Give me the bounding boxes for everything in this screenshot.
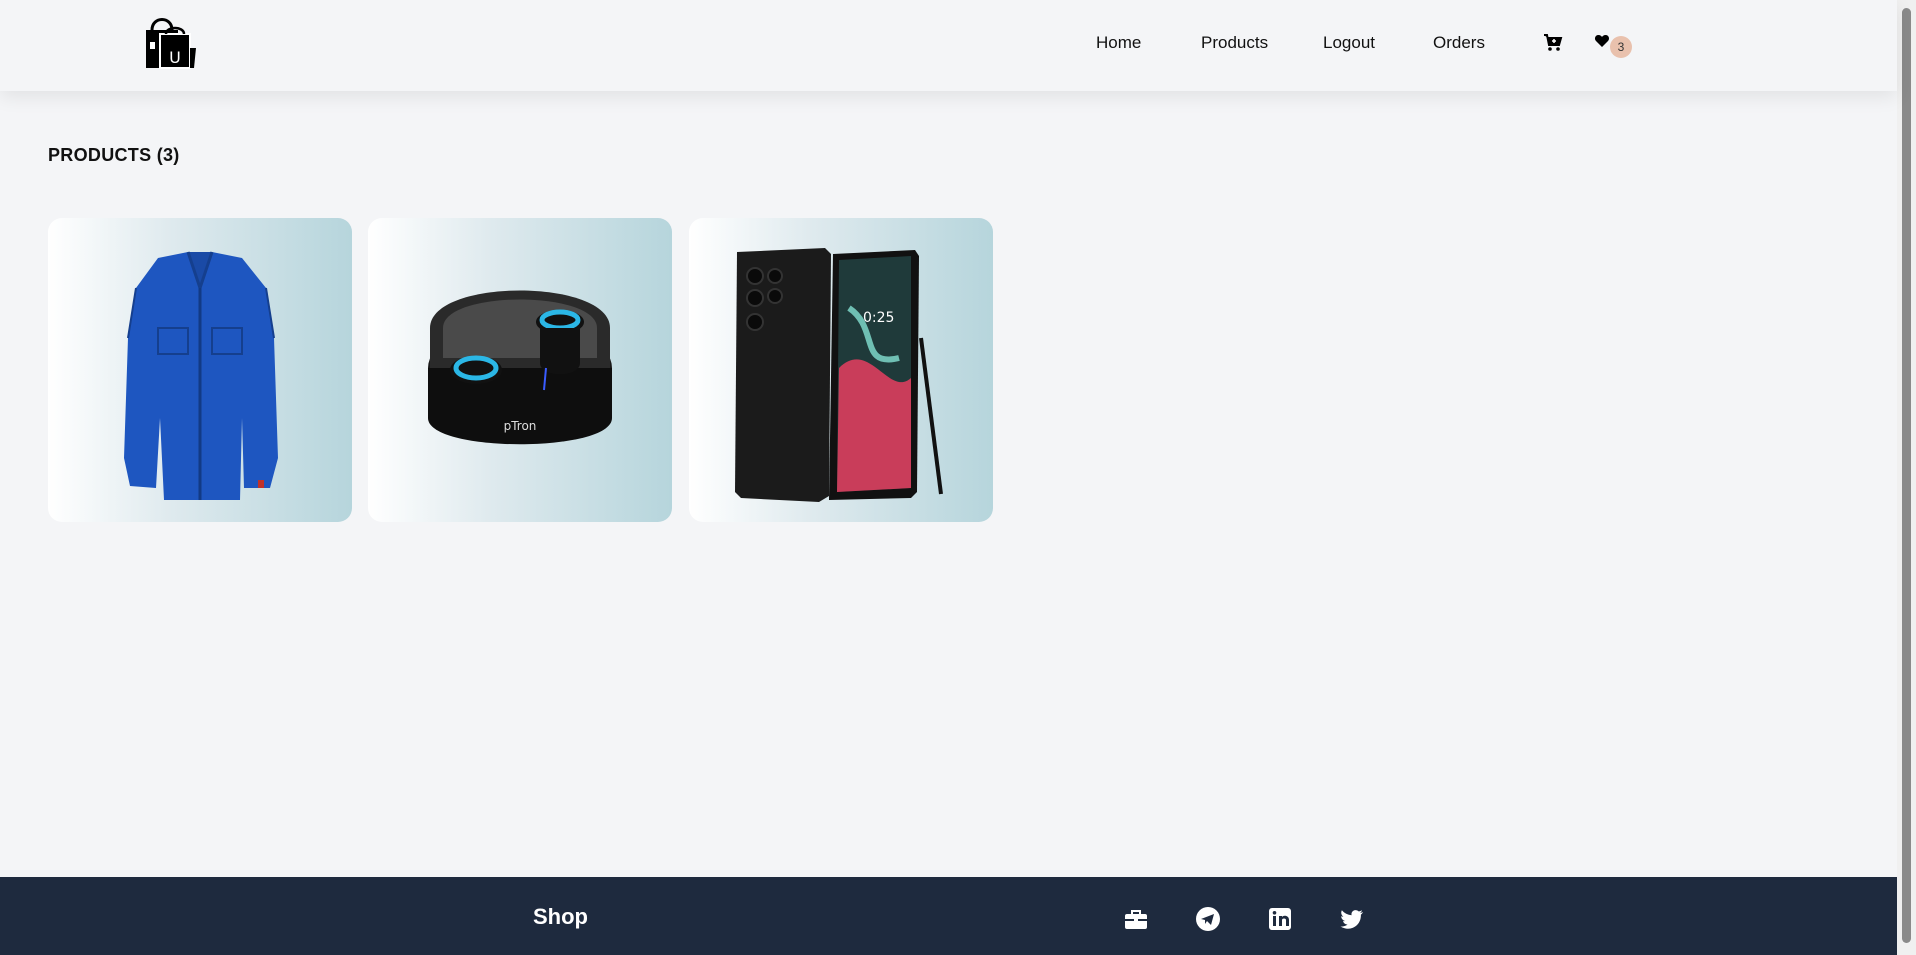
black-smartphone-image: 0:25 <box>735 248 943 502</box>
linkedin-icon[interactable] <box>1266 905 1294 933</box>
nav-home-link[interactable]: Home <box>1096 33 1141 53</box>
phone-screen-time: 0:25 <box>863 310 894 326</box>
briefcase-icon[interactable] <box>1122 905 1150 933</box>
twitter-icon[interactable] <box>1338 905 1366 933</box>
wishlist-button[interactable]: 3 <box>1594 33 1634 59</box>
earbuds-brand-mark: pTron <box>504 419 537 433</box>
heart-icon <box>1594 33 1610 49</box>
blue-jacket-image <box>124 251 278 500</box>
nav-orders-link[interactable]: Orders <box>1433 33 1485 53</box>
nav-logout-link[interactable]: Logout <box>1323 33 1375 53</box>
product-card-phone[interactable]: 0:25 <box>689 218 993 522</box>
wireless-earbuds-image: pTron <box>428 290 612 445</box>
navbar: U Home Products Logout Orders 3 <box>0 0 1897 91</box>
footer-brand: Shop <box>533 904 588 929</box>
nav-products-link[interactable]: Products <box>1201 33 1268 53</box>
page-scrollbar[interactable] <box>1897 0 1916 955</box>
product-card-earbuds[interactable]: pTron <box>368 218 672 522</box>
page-title: PRODUCTS (3) <box>48 145 180 165</box>
footer: Shop <box>0 877 1897 955</box>
wishlist-count-badge: 3 <box>1610 36 1632 58</box>
scrollbar-thumb[interactable] <box>1902 8 1911 943</box>
product-card-jacket[interactable] <box>48 218 352 522</box>
telegram-icon[interactable] <box>1194 905 1222 933</box>
cart-icon[interactable] <box>1543 32 1563 52</box>
